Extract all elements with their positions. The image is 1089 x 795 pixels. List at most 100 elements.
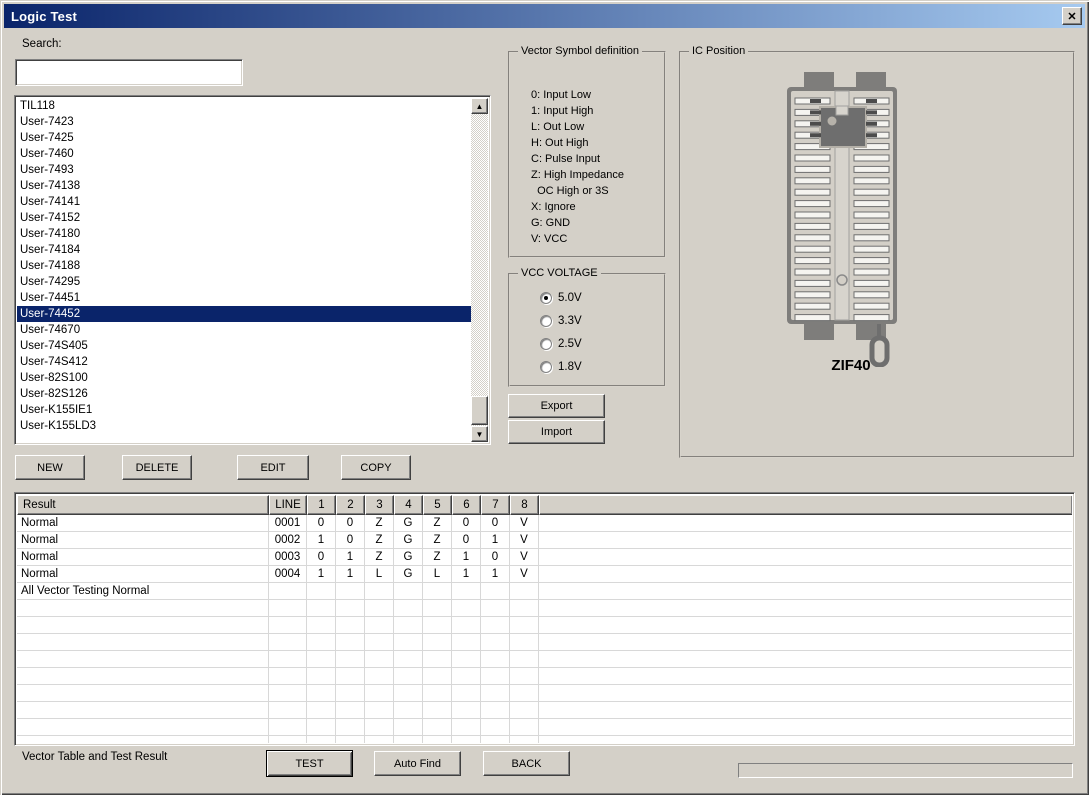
pin-cell bbox=[481, 719, 510, 735]
import-button[interactable]: Import bbox=[508, 420, 605, 444]
table-empty-row[interactable] bbox=[17, 634, 1072, 651]
scroll-up-button[interactable]: ▲ bbox=[471, 98, 488, 114]
scroll-down-button[interactable]: ▼ bbox=[471, 426, 488, 442]
scrollbar-thumb[interactable] bbox=[471, 396, 488, 425]
list-item[interactable]: User-74188 bbox=[17, 258, 471, 274]
pin-cell bbox=[423, 719, 452, 735]
pin-cell bbox=[365, 617, 394, 633]
vector-table-header-pin-3[interactable]: 3 bbox=[365, 495, 394, 515]
radio-icon[interactable] bbox=[540, 315, 552, 327]
vector-symbol-line: V: VCC bbox=[531, 231, 624, 247]
table-empty-row[interactable] bbox=[17, 736, 1072, 743]
list-item[interactable]: User-74S412 bbox=[17, 354, 471, 370]
list-item[interactable]: User-82S100 bbox=[17, 370, 471, 386]
radio-icon[interactable] bbox=[540, 361, 552, 373]
result-cell bbox=[17, 617, 269, 633]
list-item[interactable]: User-82S126 bbox=[17, 386, 471, 402]
list-item[interactable]: User-74138 bbox=[17, 178, 471, 194]
vector-table-header-result[interactable]: Result bbox=[17, 495, 269, 515]
radio-icon[interactable] bbox=[540, 292, 552, 304]
table-empty-row[interactable] bbox=[17, 685, 1072, 702]
pin-cell bbox=[452, 719, 481, 735]
vector-table[interactable]: ResultLINE12345678Normal000100ZGZ00VNorm… bbox=[14, 492, 1075, 746]
list-item[interactable]: User-74451 bbox=[17, 290, 471, 306]
table-row[interactable]: Normal000301ZGZ10V bbox=[17, 549, 1072, 566]
new-button[interactable]: NEW bbox=[15, 455, 85, 480]
pin-cell bbox=[510, 719, 539, 735]
list-item[interactable]: User-7425 bbox=[17, 130, 471, 146]
pin-cell bbox=[336, 668, 365, 684]
pin-cell bbox=[510, 634, 539, 650]
pin-cell bbox=[452, 634, 481, 650]
table-empty-row[interactable] bbox=[17, 668, 1072, 685]
pin-cell: 1 bbox=[336, 549, 365, 565]
vector-table-header-pin-6[interactable]: 6 bbox=[452, 495, 481, 515]
vector-table-header-pin-4[interactable]: 4 bbox=[394, 495, 423, 515]
line-cell bbox=[269, 736, 307, 743]
search-input[interactable] bbox=[15, 59, 243, 86]
vector-table-header-pin-5[interactable]: 5 bbox=[423, 495, 452, 515]
table-empty-row[interactable] bbox=[17, 651, 1072, 668]
table-empty-row[interactable] bbox=[17, 702, 1072, 719]
list-item[interactable]: User-74152 bbox=[17, 210, 471, 226]
pin-cell bbox=[510, 651, 539, 667]
pin-cell: 1 bbox=[481, 532, 510, 548]
delete-button[interactable]: DELETE bbox=[122, 455, 192, 480]
radio-icon[interactable] bbox=[540, 338, 552, 350]
result-cell bbox=[17, 600, 269, 616]
pin-cell bbox=[365, 736, 394, 743]
pin-cell bbox=[307, 702, 336, 718]
list-item[interactable]: User-74141 bbox=[17, 194, 471, 210]
vector-table-header-pin-7[interactable]: 7 bbox=[481, 495, 510, 515]
close-button[interactable]: ✕ bbox=[1062, 7, 1082, 25]
export-button[interactable]: Export bbox=[508, 394, 605, 418]
vcc-option-2.5V[interactable]: 2.5V bbox=[540, 337, 582, 351]
table-empty-row[interactable] bbox=[17, 719, 1072, 736]
titlebar[interactable]: Logic Test ✕ bbox=[4, 4, 1085, 28]
vcc-option-3.3V[interactable]: 3.3V bbox=[540, 314, 582, 328]
vector-table-header-pin-2[interactable]: 2 bbox=[336, 495, 365, 515]
table-row[interactable]: Normal000210ZGZ01V bbox=[17, 532, 1072, 549]
list-item[interactable]: User-74295 bbox=[17, 274, 471, 290]
back-button[interactable]: BACK bbox=[483, 751, 570, 776]
table-summary-row[interactable]: All Vector Testing Normal bbox=[17, 583, 1072, 600]
pin-cell bbox=[423, 634, 452, 650]
pin-cell bbox=[307, 583, 336, 599]
result-cell bbox=[17, 685, 269, 701]
pin-cell bbox=[336, 702, 365, 718]
list-item[interactable]: User-74S405 bbox=[17, 338, 471, 354]
vector-table-header-line[interactable]: LINE bbox=[269, 495, 307, 515]
list-item[interactable]: User-74184 bbox=[17, 242, 471, 258]
list-item[interactable]: User-74670 bbox=[17, 322, 471, 338]
table-row[interactable]: Normal000411LGL11V bbox=[17, 566, 1072, 583]
list-item[interactable]: User-7423 bbox=[17, 114, 471, 130]
auto-find-button[interactable]: Auto Find bbox=[374, 751, 461, 776]
edit-button[interactable]: EDIT bbox=[237, 455, 309, 480]
list-scrollbar[interactable]: ▲ ▼ bbox=[471, 98, 488, 442]
table-empty-row[interactable] bbox=[17, 600, 1072, 617]
table-empty-row[interactable] bbox=[17, 617, 1072, 634]
list-item[interactable]: User-7460 bbox=[17, 146, 471, 162]
list-item[interactable]: TIL118 bbox=[17, 98, 471, 114]
result-cell: Normal bbox=[17, 515, 269, 531]
vector-table-header-filler bbox=[539, 495, 1072, 515]
list-item[interactable]: User-K155LD3 bbox=[17, 418, 471, 434]
list-item[interactable]: User-74452 bbox=[17, 306, 471, 322]
device-listbox[interactable]: TIL118User-7423User-7425User-7460User-74… bbox=[14, 95, 491, 445]
copy-button[interactable]: COPY bbox=[341, 455, 411, 480]
pin-cell: V bbox=[510, 549, 539, 565]
list-item[interactable]: User-74180 bbox=[17, 226, 471, 242]
vector-table-header-pin-1[interactable]: 1 bbox=[307, 495, 336, 515]
test-button[interactable]: TEST bbox=[266, 750, 353, 777]
table-row[interactable]: Normal000100ZGZ00V bbox=[17, 515, 1072, 532]
list-item[interactable]: User-K155IE1 bbox=[17, 402, 471, 418]
list-item[interactable]: User-7493 bbox=[17, 162, 471, 178]
pin-cell: 0 bbox=[307, 515, 336, 531]
ic-position-group-title: IC Position bbox=[689, 45, 748, 57]
vcc-option-5.0V[interactable]: 5.0V bbox=[540, 291, 582, 305]
vector-table-header-pin-8[interactable]: 8 bbox=[510, 495, 539, 515]
line-cell bbox=[269, 668, 307, 684]
line-cell bbox=[269, 719, 307, 735]
line-cell bbox=[269, 685, 307, 701]
vcc-option-1.8V[interactable]: 1.8V bbox=[540, 360, 582, 374]
